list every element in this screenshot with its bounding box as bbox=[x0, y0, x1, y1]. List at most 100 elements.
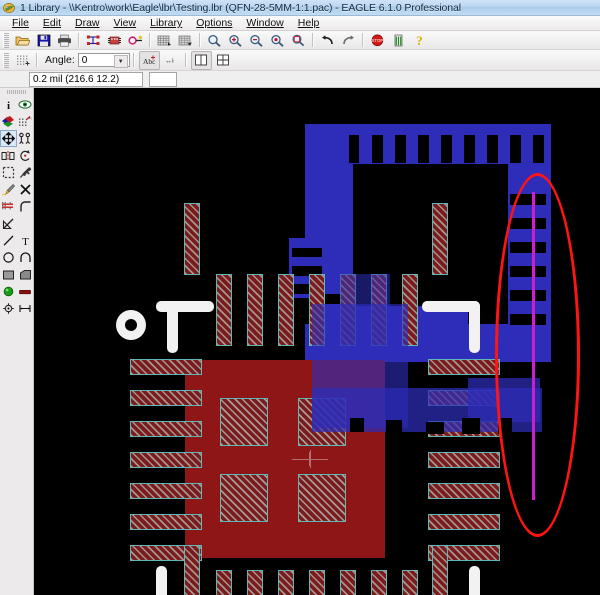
display-layers-icon[interactable] bbox=[0, 113, 17, 130]
chevron-down-icon[interactable]: ▼ bbox=[113, 55, 128, 68]
smd-pad-right[interactable] bbox=[428, 359, 500, 375]
toolbar-grip[interactable] bbox=[3, 32, 9, 48]
smd-pad-bottom[interactable] bbox=[371, 570, 387, 595]
menu-options[interactable]: Options bbox=[189, 16, 239, 30]
pcb-canvas[interactable] bbox=[34, 88, 600, 595]
menu-edit[interactable]: Edit bbox=[36, 16, 68, 30]
smd-pad-left[interactable] bbox=[130, 421, 202, 437]
change-icon[interactable] bbox=[17, 164, 34, 181]
drc-icon[interactable] bbox=[126, 31, 145, 49]
paint-icon[interactable] bbox=[0, 181, 17, 198]
polygon-clearance bbox=[487, 135, 498, 163]
dimension-icon[interactable] bbox=[17, 300, 34, 317]
smd-pad-left[interactable] bbox=[130, 452, 202, 468]
smd-pad-left[interactable] bbox=[130, 514, 202, 530]
smd-pad-bottom[interactable] bbox=[309, 570, 325, 595]
command-field[interactable] bbox=[149, 71, 177, 87]
toolbar-separator bbox=[362, 33, 364, 47]
svg-text:T: T bbox=[22, 236, 29, 247]
split-icon[interactable] bbox=[0, 198, 17, 215]
align-vertical-icon[interactable] bbox=[190, 50, 212, 70]
wire-icon[interactable] bbox=[0, 232, 17, 249]
menu-draw[interactable]: Draw bbox=[68, 16, 107, 30]
layers-icon[interactable] bbox=[155, 31, 174, 49]
thermal-relief-pad[interactable] bbox=[220, 398, 268, 446]
toolbar-separator bbox=[36, 53, 38, 67]
hole-icon[interactable] bbox=[0, 300, 17, 317]
smd-pad-corner[interactable] bbox=[184, 545, 200, 595]
smd-pad-left[interactable] bbox=[130, 483, 202, 499]
smd-pad-left[interactable] bbox=[130, 390, 202, 406]
menu-window[interactable]: Window bbox=[239, 16, 290, 30]
stop-icon[interactable]: STOP bbox=[368, 31, 387, 49]
circle-icon[interactable] bbox=[0, 249, 17, 266]
layer-settings-icon[interactable] bbox=[176, 31, 195, 49]
smd-pad-bottom[interactable] bbox=[247, 570, 263, 595]
info-icon[interactable]: i bbox=[0, 96, 17, 113]
smd-pad-corner[interactable] bbox=[184, 203, 200, 275]
optimize-icon[interactable] bbox=[0, 215, 17, 232]
zoom-in-icon[interactable] bbox=[226, 31, 245, 49]
eagle-app-icon bbox=[3, 2, 16, 14]
smd-pad-top[interactable] bbox=[216, 274, 232, 346]
print-icon[interactable] bbox=[55, 31, 74, 49]
smd-pad-bottom[interactable] bbox=[216, 570, 232, 595]
polygon-clearance bbox=[426, 422, 444, 434]
silk-corner-top-right-v bbox=[469, 301, 480, 353]
smd-pad-right[interactable] bbox=[428, 514, 500, 530]
help-icon[interactable]: ? bbox=[410, 31, 429, 49]
zoom-fit-icon[interactable] bbox=[205, 31, 224, 49]
mirror-icon[interactable] bbox=[0, 147, 17, 164]
open-icon[interactable] bbox=[13, 31, 32, 49]
coordinate-display[interactable]: 0.2 mil (216.6 12.2) bbox=[29, 71, 143, 87]
smd-pad-corner[interactable] bbox=[432, 203, 448, 275]
rotate-icon[interactable] bbox=[17, 147, 34, 164]
move-icon[interactable] bbox=[0, 130, 17, 147]
menu-library[interactable]: Library bbox=[143, 16, 189, 30]
menu-file[interactable]: File bbox=[5, 16, 36, 30]
save-icon[interactable] bbox=[34, 31, 53, 49]
zoom-redraw-icon[interactable] bbox=[268, 31, 287, 49]
delete-icon[interactable] bbox=[17, 181, 34, 198]
smd-pad-bottom[interactable] bbox=[402, 570, 418, 595]
mark-icon[interactable]: x,y bbox=[17, 113, 34, 130]
menu-view-label: View bbox=[113, 17, 137, 29]
smd-pad-bottom[interactable] bbox=[340, 570, 356, 595]
align-grid-icon[interactable] bbox=[214, 51, 233, 69]
menu-view[interactable]: View bbox=[107, 16, 144, 30]
miter-icon[interactable] bbox=[17, 198, 34, 215]
show-eye-icon[interactable] bbox=[17, 96, 34, 113]
rect-icon[interactable] bbox=[0, 266, 17, 283]
group-icon[interactable] bbox=[0, 164, 17, 181]
copy-icon[interactable] bbox=[17, 130, 34, 147]
smd-pad-bottom[interactable] bbox=[278, 570, 294, 595]
smd-pad-right[interactable] bbox=[428, 483, 500, 499]
smd-pad-left[interactable] bbox=[130, 359, 202, 375]
board-icon[interactable] bbox=[84, 31, 103, 49]
library-icon[interactable] bbox=[105, 31, 124, 49]
smd-pad-right[interactable] bbox=[428, 452, 500, 468]
text-icon[interactable]: T bbox=[17, 232, 34, 249]
menu-help[interactable]: Help bbox=[291, 16, 327, 30]
smd-icon[interactable] bbox=[17, 283, 34, 300]
polygon-icon[interactable] bbox=[17, 266, 34, 283]
smd-pad-top[interactable] bbox=[278, 274, 294, 346]
thermal-relief-pad[interactable] bbox=[220, 474, 268, 522]
grid-icon[interactable] bbox=[13, 51, 32, 69]
smd-pad-top[interactable] bbox=[247, 274, 263, 346]
abc-text-icon[interactable]: Abc bbox=[138, 50, 160, 70]
parameter-toolbar-grip[interactable] bbox=[3, 52, 9, 68]
thermal-relief-pad[interactable] bbox=[298, 474, 346, 522]
via-pad-icon[interactable] bbox=[0, 283, 17, 300]
undo-icon[interactable] bbox=[318, 31, 337, 49]
zoom-out-icon[interactable] bbox=[247, 31, 266, 49]
run-script-icon[interactable] bbox=[389, 31, 408, 49]
tool-palette-grip[interactable] bbox=[6, 90, 27, 94]
angle-label: Angle: bbox=[45, 54, 75, 66]
zoom-select-icon[interactable] bbox=[289, 31, 308, 49]
redo-icon[interactable] bbox=[339, 31, 358, 49]
angle-combo[interactable]: 0 ▼ bbox=[77, 53, 130, 68]
mirror-icon[interactable]: ↔ǂ bbox=[162, 51, 181, 69]
smd-pad-corner[interactable] bbox=[432, 545, 448, 595]
arc-icon[interactable] bbox=[17, 249, 34, 266]
